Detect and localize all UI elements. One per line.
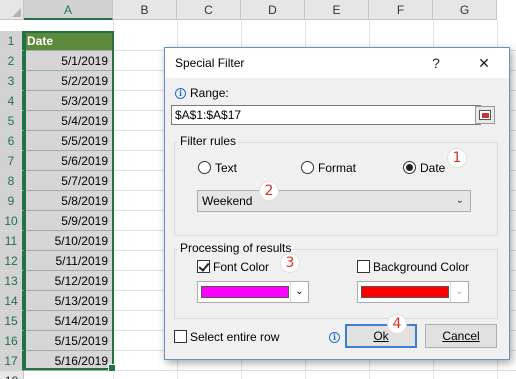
row-header[interactable]: 9 bbox=[0, 191, 24, 211]
header-cell-date[interactable]: Date bbox=[24, 31, 113, 51]
date-cell[interactable]: 5/6/2019 bbox=[24, 151, 113, 171]
radio-text[interactable]: Text bbox=[198, 161, 237, 175]
font-color-swatch bbox=[201, 286, 289, 298]
info-icon[interactable]: i bbox=[329, 332, 340, 343]
background-color-label: Background Color bbox=[373, 260, 470, 274]
cancel-label: Cancel bbox=[442, 329, 480, 343]
background-color-picker[interactable]: ⌄ bbox=[357, 281, 469, 303]
dialog-title: Special Filter bbox=[175, 56, 245, 70]
chevron-down-icon: ⌄ bbox=[455, 195, 464, 206]
background-color-checkbox[interactable]: Background Color bbox=[357, 260, 469, 274]
chevron-down-icon[interactable]: ⌄ bbox=[450, 282, 468, 302]
column-header-b[interactable]: B bbox=[113, 0, 177, 20]
select-entire-row-checkbox[interactable]: Select entire row bbox=[174, 330, 279, 344]
date-cell[interactable]: 5/2/2019 bbox=[24, 71, 113, 91]
radio-text-label: Text bbox=[215, 161, 238, 175]
font-color-label: Font Color bbox=[213, 260, 270, 274]
date-cell[interactable]: 5/8/2019 bbox=[24, 191, 113, 211]
row-header[interactable]: 1 bbox=[0, 31, 24, 51]
radio-format-dot[interactable] bbox=[301, 161, 314, 174]
date-cell[interactable]: 5/7/2019 bbox=[24, 171, 113, 191]
processing-title: Processing of results bbox=[178, 241, 294, 255]
date-cell[interactable]: 5/15/2019 bbox=[24, 331, 113, 351]
date-cell[interactable]: 5/5/2019 bbox=[24, 131, 113, 151]
range-label-text: Range: bbox=[190, 86, 229, 100]
info-icon[interactable]: i bbox=[175, 88, 186, 99]
font-color-picker[interactable]: ⌄ bbox=[197, 281, 309, 303]
filter-rules-title: Filter rules bbox=[178, 134, 239, 148]
font-color-checkbox[interactable]: Font Color bbox=[197, 260, 269, 274]
step-badge-2: 2 bbox=[259, 181, 279, 201]
row-header[interactable]: 18 bbox=[0, 371, 24, 379]
column-header-g[interactable]: G bbox=[433, 0, 497, 20]
select-all-corner[interactable] bbox=[0, 0, 24, 20]
date-cell[interactable]: 5/13/2019 bbox=[24, 291, 113, 311]
row-header[interactable]: 3 bbox=[0, 71, 24, 91]
date-cell[interactable]: 5/14/2019 bbox=[24, 311, 113, 331]
ok-label: Ok bbox=[373, 329, 389, 343]
step-badge-1: 1 bbox=[447, 148, 467, 168]
date-cell[interactable]: 5/11/2019 bbox=[24, 251, 113, 271]
step-badge-3: 3 bbox=[280, 253, 300, 273]
date-rule-dropdown[interactable]: Weekend ⌄ bbox=[197, 190, 471, 212]
range-select-icon[interactable] bbox=[475, 106, 495, 124]
cancel-button[interactable]: Cancel bbox=[425, 324, 497, 348]
range-label: i Range: bbox=[175, 86, 229, 100]
date-cell[interactable]: 5/16/2019 bbox=[24, 351, 113, 371]
radio-format-label: Format bbox=[318, 161, 357, 175]
date-cell[interactable]: 5/3/2019 bbox=[24, 91, 113, 111]
radio-date[interactable]: Date bbox=[403, 161, 445, 175]
column-header-f[interactable]: F bbox=[369, 0, 433, 20]
row-header[interactable]: 12 bbox=[0, 251, 24, 271]
row-header[interactable]: 13 bbox=[0, 271, 24, 291]
date-cell[interactable]: 5/10/2019 bbox=[24, 231, 113, 251]
select-entire-row-box[interactable] bbox=[174, 330, 187, 343]
date-cell[interactable]: 5/4/2019 bbox=[24, 111, 113, 131]
radio-text-dot[interactable] bbox=[198, 161, 211, 174]
radio-date-label: Date bbox=[420, 161, 446, 175]
background-color-swatch bbox=[361, 286, 449, 298]
row-header[interactable]: 5 bbox=[0, 111, 24, 131]
date-cell[interactable]: 5/12/2019 bbox=[24, 271, 113, 291]
step-badge-4: 4 bbox=[387, 314, 407, 334]
column-header-a[interactable]: A bbox=[24, 0, 113, 20]
row-header[interactable]: 16 bbox=[0, 331, 24, 351]
row-header[interactable]: 17 bbox=[0, 351, 24, 371]
column-header-c[interactable]: C bbox=[177, 0, 241, 20]
select-entire-row-label: Select entire row bbox=[190, 330, 280, 344]
row-header[interactable]: 14 bbox=[0, 291, 24, 311]
background-color-check-box[interactable] bbox=[357, 260, 370, 273]
column-header-e[interactable]: E bbox=[305, 0, 369, 20]
range-input[interactable]: $A$1:$A$17 bbox=[171, 105, 481, 125]
row-header[interactable]: 10 bbox=[0, 211, 24, 231]
radio-date-dot[interactable] bbox=[403, 161, 416, 174]
row-header[interactable]: 15 bbox=[0, 311, 24, 331]
radio-format[interactable]: Format bbox=[301, 161, 356, 175]
date-cell[interactable]: 5/9/2019 bbox=[24, 211, 113, 231]
date-cell[interactable]: 5/1/2019 bbox=[24, 51, 113, 71]
font-color-check-box[interactable] bbox=[197, 260, 210, 273]
special-filter-dialog: Special Filter ? ✕ i Range: $A$1:$A$17 Fi… bbox=[164, 47, 510, 360]
row-header[interactable]: 2 bbox=[0, 51, 24, 71]
row-header[interactable]: 11 bbox=[0, 231, 24, 251]
column-header-d[interactable]: D bbox=[241, 0, 305, 20]
close-button[interactable]: ✕ bbox=[467, 48, 501, 78]
row-header[interactable]: 7 bbox=[0, 151, 24, 171]
row-header[interactable]: 4 bbox=[0, 91, 24, 111]
row-header[interactable]: 6 bbox=[0, 131, 24, 151]
dropdown-value: Weekend bbox=[202, 194, 253, 208]
row-header[interactable]: 8 bbox=[0, 171, 24, 191]
chevron-down-icon[interactable]: ⌄ bbox=[290, 282, 308, 302]
help-button[interactable]: ? bbox=[419, 48, 453, 78]
dialog-titlebar[interactable]: Special Filter ? ✕ bbox=[165, 48, 509, 78]
